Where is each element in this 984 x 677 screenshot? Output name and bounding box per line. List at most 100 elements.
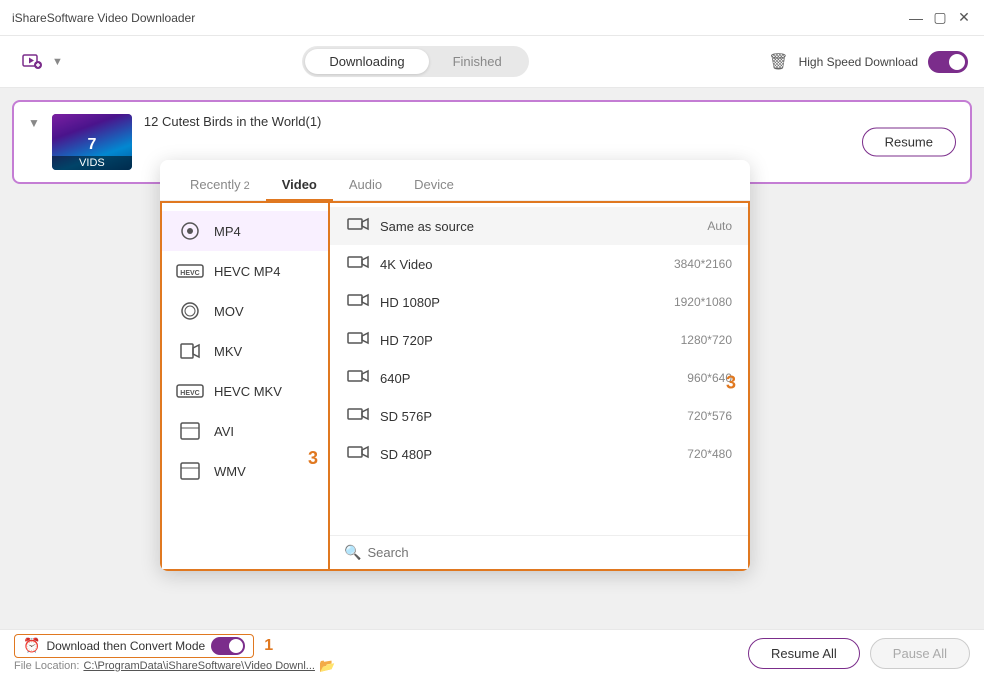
mkv-icon: [176, 340, 204, 362]
mp4-icon: [176, 220, 204, 242]
close-button[interactable]: ✕: [956, 10, 972, 26]
quality-res-4: 960*640: [687, 371, 732, 385]
minimize-button[interactable]: —: [908, 10, 924, 26]
quality-name-3: HD 720P: [380, 333, 671, 348]
vids-label: VIDS: [52, 156, 132, 170]
title-bar: iShareSoftware Video Downloader — ▢ ✕: [0, 0, 984, 36]
quality-res-1: 3840*2160: [674, 257, 732, 271]
format-right: Same as source Auto 4K Video 3840*2160: [330, 201, 750, 571]
resume-button[interactable]: Resume: [862, 128, 956, 157]
app-title: iShareSoftware Video Downloader: [12, 11, 908, 25]
avi-label: AVI: [214, 424, 234, 439]
mov-icon: [176, 300, 204, 322]
search-icon: 🔍: [344, 544, 361, 561]
format-body: MP4 HEVC HEVC MP4 MOV: [160, 201, 750, 571]
quality-480p[interactable]: SD 480P 720*480: [330, 435, 748, 473]
format-left: MP4 HEVC HEVC MP4 MOV: [160, 201, 330, 571]
quality-res-2: 1920*1080: [674, 295, 732, 309]
hevc-mp4-icon: HEVC: [176, 260, 204, 282]
maximize-button[interactable]: ▢: [932, 10, 948, 26]
toolbar-left: ▼: [16, 46, 63, 78]
mov-label: MOV: [214, 304, 244, 319]
format-item-wmv[interactable]: WMV: [162, 451, 328, 491]
tab-downloading[interactable]: Downloading: [305, 49, 428, 74]
high-speed-toggle[interactable]: [928, 51, 968, 73]
svg-text:HEVC: HEVC: [180, 270, 199, 277]
format-tabs: Recently2 Video Audio Device: [160, 160, 750, 201]
quality-hd1080[interactable]: HD 1080P 1920*1080: [330, 283, 748, 321]
convert-mode-label: Download then Convert Mode: [46, 639, 205, 653]
file-location-label: File Location:: [14, 660, 79, 672]
quality-576p[interactable]: SD 576P 720*576: [330, 397, 748, 435]
bottom-left: ⏰ Download then Convert Mode 1 File Loca…: [14, 634, 734, 674]
quality-name-2: HD 1080P: [380, 295, 664, 310]
tab-finished[interactable]: Finished: [429, 49, 526, 74]
expand-icon[interactable]: ▼: [28, 116, 40, 130]
trash-icon[interactable]: 🗑: [768, 52, 788, 72]
quality-name-1: 4K Video: [380, 257, 664, 272]
quality-4k[interactable]: 4K Video 3840*2160: [330, 245, 748, 283]
format-item-mp4[interactable]: MP4: [162, 211, 328, 251]
tab-audio[interactable]: Audio: [333, 170, 398, 201]
convert-toggle[interactable]: [211, 637, 245, 655]
convert-icon: ⏰: [23, 637, 40, 654]
file-path-text[interactable]: C:\ProgramData\iShareSoftware\Video Down…: [83, 660, 315, 672]
format-item-mov[interactable]: MOV: [162, 291, 328, 331]
quality-icon-1: [346, 254, 370, 274]
vids-number: 7: [87, 136, 96, 154]
quality-icon-5: [346, 406, 370, 426]
quality-name-0: Same as source: [380, 219, 697, 234]
quality-hd720[interactable]: HD 720P 1280*720: [330, 321, 748, 359]
format-item-avi[interactable]: AVI: [162, 411, 328, 451]
toolbar-dropdown-arrow[interactable]: ▼: [52, 56, 63, 68]
quality-icon-4: [346, 368, 370, 388]
main-content: ▼ 7 VIDS 12 Cutest Birds in the World(1)…: [0, 88, 984, 629]
quality-640p[interactable]: 640P 960*640: [330, 359, 748, 397]
hevc-mp4-label: HEVC MP4: [214, 264, 280, 279]
toolbar-right: 🗑 High Speed Download: [768, 51, 968, 73]
quality-icon-6: [346, 444, 370, 464]
toolbar-center: Downloading Finished: [71, 46, 760, 77]
resume-all-button[interactable]: Resume All: [748, 638, 860, 669]
bottom-bar: ⏰ Download then Convert Mode 1 File Loca…: [0, 629, 984, 677]
quality-name-5: SD 576P: [380, 409, 677, 424]
mkv-label: MKV: [214, 344, 242, 359]
mp4-label: MP4: [214, 224, 241, 239]
card-info: 12 Cutest Birds in the World(1): [144, 114, 956, 135]
toolbar: ▼ Downloading Finished 🗑 High Speed Down…: [0, 36, 984, 88]
format-item-hevc-mkv[interactable]: HEVC HEVC MKV: [162, 371, 328, 411]
format-search: 🔍: [330, 535, 748, 569]
pause-all-button[interactable]: Pause All: [870, 638, 970, 669]
quality-name-6: SD 480P: [380, 447, 677, 462]
search-input[interactable]: [367, 545, 734, 560]
quality-same-as-source[interactable]: Same as source Auto: [330, 207, 748, 245]
quality-icon-3: [346, 330, 370, 350]
bottom-right: Resume All Pause All: [748, 638, 970, 669]
format-item-hevc-mp4[interactable]: HEVC HEVC MP4: [162, 251, 328, 291]
tab-video[interactable]: Video: [266, 170, 333, 201]
hevc-mkv-icon: HEVC: [176, 380, 204, 402]
avi-icon: [176, 420, 204, 442]
quality-res-0: Auto: [707, 219, 732, 233]
high-speed-label: High Speed Download: [799, 55, 918, 69]
folder-icon[interactable]: 📂: [319, 658, 335, 674]
wmv-icon: [176, 460, 204, 482]
file-location-row: File Location: C:\ProgramData\iShareSoft…: [14, 658, 734, 674]
add-download-button[interactable]: [16, 46, 48, 78]
tab-switch: Downloading Finished: [302, 46, 528, 77]
quality-res-3: 1280*720: [681, 333, 732, 347]
window-controls: — ▢ ✕: [908, 10, 972, 26]
quality-name-4: 640P: [380, 371, 677, 386]
one-badge: 1: [264, 637, 273, 655]
hevc-mkv-label: HEVC MKV: [214, 384, 282, 399]
tab-device[interactable]: Device: [398, 170, 470, 201]
quality-res-5: 720*576: [687, 409, 732, 423]
wmv-label: WMV: [214, 464, 246, 479]
convert-mode-row: ⏰ Download then Convert Mode: [14, 634, 254, 658]
format-left-badge: 3: [308, 448, 318, 469]
tab-recently[interactable]: Recently2: [174, 170, 266, 201]
card-title: 12 Cutest Birds in the World(1): [144, 114, 956, 129]
format-item-mkv[interactable]: MKV: [162, 331, 328, 371]
quality-list: Same as source Auto 4K Video 3840*2160: [330, 203, 748, 477]
quality-icon-0: [346, 216, 370, 236]
